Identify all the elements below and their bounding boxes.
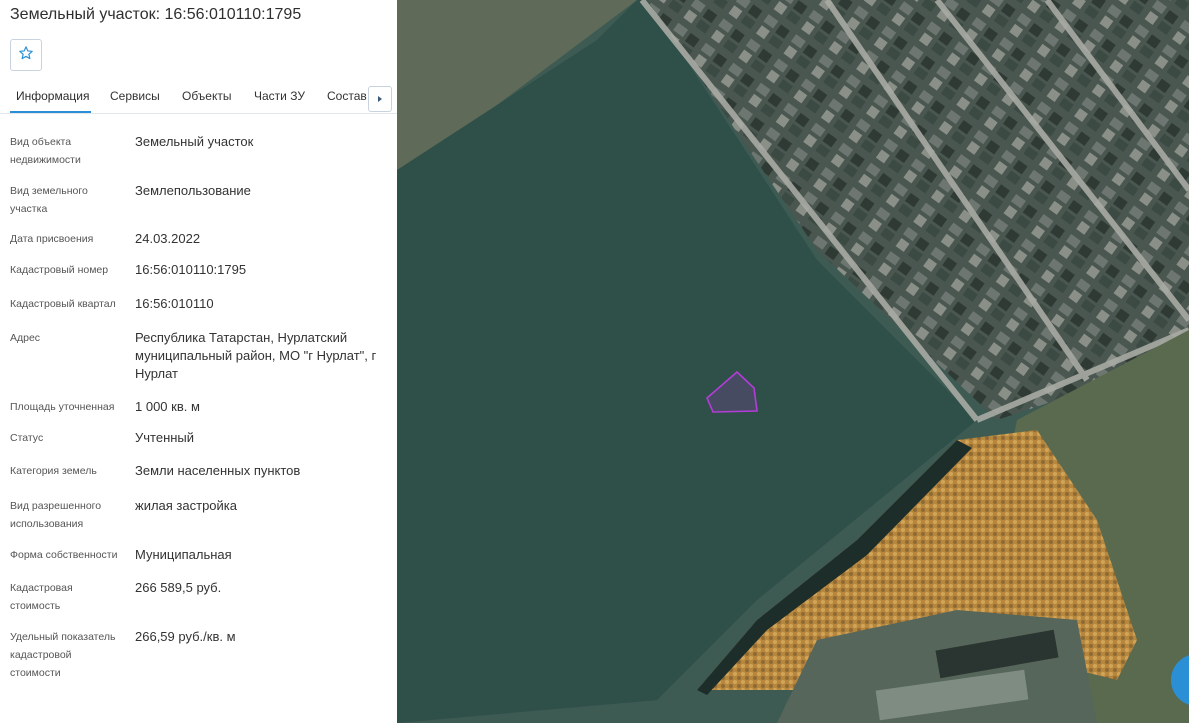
- property-value: Учтенный: [135, 430, 195, 445]
- property-label: Кадастровый квартал: [10, 298, 116, 310]
- property-label: Вид объекта недвижимости: [10, 136, 81, 166]
- property-value: 1 000 кв. м: [135, 399, 200, 414]
- property-label: Дата присвоения: [10, 233, 94, 245]
- property-value: Землепользование: [135, 183, 251, 198]
- property-value: 16:56:010110: [135, 296, 214, 311]
- tab-information[interactable]: Информация: [16, 89, 89, 103]
- property-label: Кадастровая стоимость: [10, 582, 73, 612]
- info-panel: Земельный участок: 16:56:010110:1795 Инф…: [0, 0, 397, 723]
- property-value: Муниципальная: [135, 547, 232, 562]
- active-tab-indicator: [10, 111, 91, 113]
- property-label: Площадь уточненная: [10, 401, 115, 413]
- property-value: 266,59 руб./кв. м: [135, 629, 236, 644]
- property-value: Земли населенных пунктов: [135, 463, 301, 478]
- property-label: Вид земельного участка: [10, 185, 88, 215]
- property-label: Форма собственности: [10, 549, 118, 561]
- property-label: Категория земель: [10, 465, 97, 477]
- map-imagery: [397, 0, 1189, 723]
- property-value: 266 589,5 руб.: [135, 580, 222, 595]
- tab-services[interactable]: Сервисы: [110, 89, 160, 103]
- property-value: 24.03.2022: [135, 231, 201, 246]
- tabs-scroll-right-button[interactable]: [368, 86, 392, 112]
- property-value: 16:56:010110:1795: [135, 262, 247, 277]
- property-value: Республика Татарстан, Нурлатский муницип…: [135, 330, 377, 381]
- tab-objects[interactable]: Объекты: [182, 89, 232, 103]
- favorite-button[interactable]: [10, 39, 42, 71]
- property-label: Статус: [10, 432, 44, 444]
- page-title: Земельный участок: 16:56:010110:1795: [10, 6, 302, 23]
- triangle-right-icon: [376, 90, 384, 108]
- property-value: Земельный участок: [135, 134, 254, 149]
- tab-composition[interactable]: Состав: [327, 89, 367, 103]
- property-label: Адрес: [10, 332, 41, 344]
- property-label: Удельный показатель кадастровой стоимост…: [10, 631, 116, 679]
- property-label: Вид разрешенного использования: [10, 500, 102, 530]
- tab-land-parts[interactable]: Части ЗУ: [254, 89, 305, 103]
- property-value: жилая застройка: [135, 498, 237, 513]
- satellite-map[interactable]: [397, 0, 1189, 723]
- property-label: Кадастровый номер: [10, 264, 109, 276]
- star-icon: [18, 45, 34, 66]
- tab-bar: Информация Сервисы Объекты Части ЗУ Сост…: [0, 84, 397, 114]
